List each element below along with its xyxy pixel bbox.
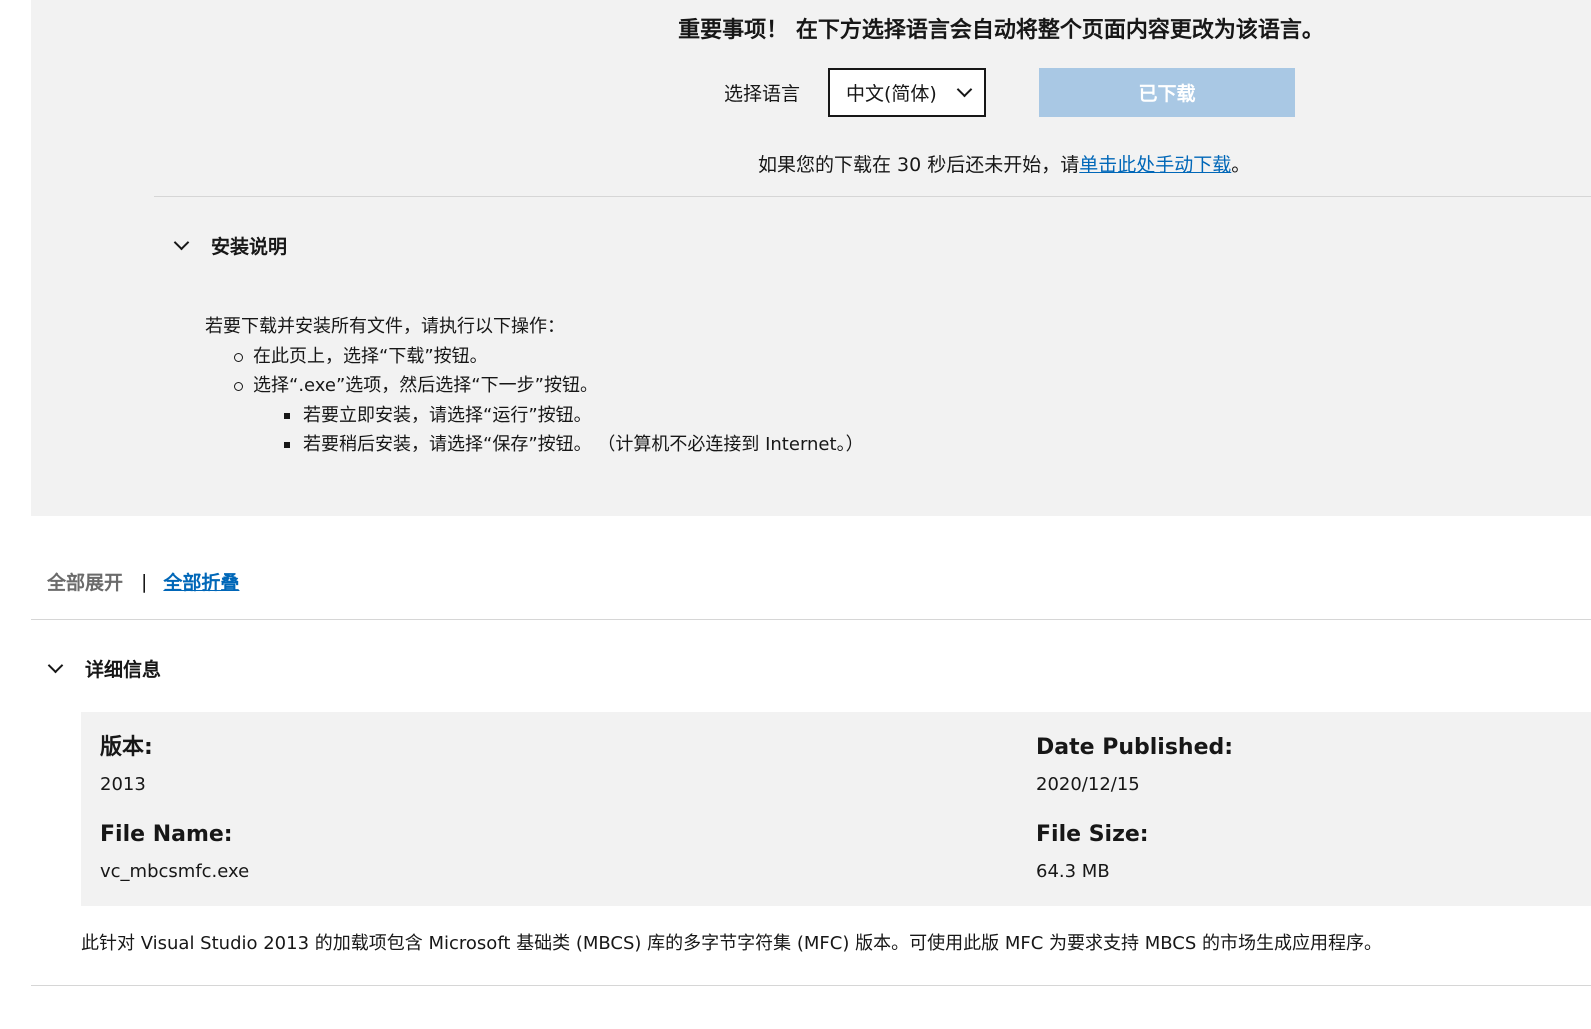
install-steps: 在此页上，选择“下载”按钮。 选择“.exe”选项，然后选择“下一步”按钮。 若… [205,342,864,460]
chevron-down-icon [956,81,973,98]
separator: | [141,570,148,593]
details-title: 详细信息 [85,659,162,681]
file-name-cell: File Name: vc_mbcsmfc.exe [100,821,249,882]
details-toggle[interactable]: 详细信息 [47,655,162,682]
file-size-value: 64.3 MB [1036,861,1110,882]
version-cell: 版本: 2013 [100,734,153,795]
list-item: 若要立即安装，请选择“运行”按钮。 [205,401,864,431]
collapse-all-link[interactable]: 全部折叠 [163,568,239,595]
file-name-value: vc_mbcsmfc.exe [100,861,250,882]
divider [31,619,1591,620]
version-value: 2013 [100,774,146,795]
download-button[interactable]: 已下载 [1039,68,1296,117]
manual-download-text: 如果您的下载在 30 秒后还未开始，请单击此处手动下载。 [758,150,1250,177]
expand-collapse-controls: 全部展开 | 全部折叠 [47,568,239,595]
chevron-down-icon [47,657,64,674]
divider [154,196,1591,197]
manual-download-prefix: 如果您的下载在 30 秒后还未开始，请 [758,154,1080,176]
divider [31,985,1591,986]
file-size-cell: File Size: 64.3 MB [1036,821,1149,882]
language-label: 选择语言 [724,83,801,105]
details-box: 版本: 2013 Date Published: 2020/12/15 File… [81,712,1591,906]
language-selected-value: 中文(简体) [846,83,937,105]
date-published-label: Date Published: [1036,735,1234,760]
install-intro: 若要下载并安装所有文件，请执行以下操作： [205,316,565,337]
install-instructions-title: 安装说明 [211,236,288,258]
language-row: 选择语言 中文(简体) 已下载 [724,68,1296,117]
file-name-label: File Name: [100,822,233,847]
list-item: 若要稍后安装，请选择“保存”按钮。 （计算机不必连接到 Internet。） [205,430,864,460]
list-item: 在此页上，选择“下载”按钮。 [205,342,864,372]
details-description: 此针对 Visual Studio 2013 的加载项包含 Microsoft … [81,933,1382,954]
manual-download-link[interactable]: 单击此处手动下载 [1079,154,1231,176]
download-panel: 重要事项！ 在下方选择语言会自动将整个页面内容更改为该语言。 选择语言 中文(简… [31,0,1591,516]
important-notice: 重要事项！ 在下方选择语言会自动将整个页面内容更改为该语言。 [678,18,1324,43]
language-select[interactable]: 中文(简体) [828,68,987,117]
date-published-value: 2020/12/15 [1036,774,1140,795]
chevron-down-icon [173,234,190,251]
version-label: 版本: [100,735,153,760]
install-instructions-toggle[interactable]: 安装说明 [173,232,288,259]
expand-all-button[interactable]: 全部展开 [47,568,123,595]
date-published-cell: Date Published: 2020/12/15 [1036,734,1233,795]
install-instructions-body: 若要下载并安装所有文件，请执行以下操作： 在此页上，选择“下载”按钮。 选择“.… [205,312,864,460]
file-size-label: File Size: [1036,822,1149,847]
manual-download-suffix: 。 [1231,154,1251,176]
list-item: 选择“.exe”选项，然后选择“下一步”按钮。 [205,371,864,401]
